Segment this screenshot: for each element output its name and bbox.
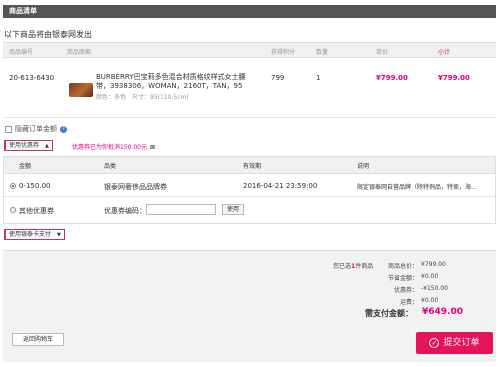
col-sku: 商品编号 (9, 49, 34, 56)
coupon-toggle[interactable]: 使用优惠券 ▲ (4, 140, 53, 151)
coupon-col-valid: 有效期 (243, 163, 262, 170)
giftcard-toggle-label: 使用银泰卡支付 (9, 231, 52, 238)
coupon-radio-other[interactable] (10, 207, 16, 213)
product-qty: 1 (316, 74, 321, 82)
back-to-cart-button[interactable]: 返回购物车 (12, 333, 64, 346)
shipping-value: ¥0.00 (421, 297, 439, 304)
coupon-toggle-label: 使用优惠券 (9, 142, 40, 149)
coupon-row: 0-150.00 银泰网奢侈品品牌券 2016-04-21 23:59:00 限… (4, 175, 495, 197)
coupon-code-label: 优惠券编码： (104, 207, 146, 215)
col-image: 商品图橱 (67, 49, 92, 56)
selected-prefix: 您已选 (333, 263, 352, 270)
amount-due-value: ¥649.00 (422, 307, 463, 317)
coupon-desc: 限定银泰网自营品牌（除特例品，特卖，海... (357, 184, 477, 191)
coupon-amount: 0-150.00 (19, 182, 51, 190)
product-image[interactable] (69, 83, 93, 97)
selected-count: 您已选1件商品 (333, 261, 373, 270)
hide-amount-option: 隐藏订单金额 ? (5, 124, 67, 134)
coupon-note-text: 优惠券已为你抵消150.00元 (72, 144, 147, 151)
submit-order-button[interactable]: ✓ 提交订单 (416, 332, 493, 354)
product-sku: 20-613-6430 (9, 74, 55, 82)
order-summary: 您已选1件商品 商品总价： ¥799.00 节省金额： ¥0.00 优惠券： -… (3, 250, 496, 362)
product-attrs: 颜色：多色 尺寸：95(110.5cm) (96, 94, 189, 101)
coupon-table: 金额 品类 有效期 说明 0-150.00 银泰网奢侈品品牌券 2016-04-… (3, 156, 496, 224)
coupon-radio-selected[interactable] (10, 183, 16, 189)
shipping-notice: 以下商品将由银泰网发出 (4, 30, 92, 39)
col-qty: 数量 (316, 49, 329, 56)
coupon-discount-value: -¥150.00 (421, 285, 448, 292)
close-icon[interactable]: ⊠ (150, 144, 155, 151)
amount-due-label: 需支付金额： (365, 309, 413, 318)
coupon-note: 优惠券已为你抵消150.00元 ⊠ (72, 142, 155, 151)
shipping-label: 运费： (399, 299, 418, 306)
giftcard-toggle[interactable]: 使用银泰卡支付 ▼ (4, 229, 65, 240)
table-header: 商品编号 商品图橱 获得积分 数量 单价 小计 (3, 42, 496, 58)
coupon-col-desc: 说明 (357, 163, 370, 170)
caret-down-icon: ▼ (57, 232, 61, 238)
check-circle-icon: ✓ (429, 338, 440, 348)
coupon-code-input[interactable] (146, 204, 216, 215)
saved-label: 节省金额： (387, 275, 418, 282)
coupon-valid: 2016-04-21 23:59:00 (243, 182, 318, 190)
table-row: 20-613-6430 BURBERRY巴宝莉多色混合材质格纹样式女士腰带，39… (3, 58, 496, 118)
coupon-table-header: 金额 品类 有效期 说明 (4, 157, 495, 174)
col-subtotal: 小计 (438, 49, 451, 56)
section-title: 商品清单 (9, 7, 37, 15)
selected-suffix: 件商品 (355, 263, 374, 270)
col-points: 获得积分 (271, 49, 296, 56)
coupon-col-amount: 金额 (19, 163, 32, 170)
saved-value: ¥0.00 (421, 273, 439, 280)
section-header: 商品清单 (3, 5, 496, 18)
coupon-category: 银泰网奢侈品品牌券 (104, 183, 167, 191)
hide-amount-label: 隐藏订单金额 (15, 125, 57, 133)
col-price: 单价 (376, 49, 389, 56)
coupon-other-row: 其他优惠券 优惠券编码： 使用 (4, 198, 495, 223)
caret-up-icon: ▲ (45, 143, 49, 149)
submit-order-label: 提交订单 (443, 338, 480, 348)
product-unit-price: ¥799.00 (376, 74, 408, 82)
total-label: 商品总价： (387, 263, 418, 270)
help-icon[interactable]: ? (60, 125, 67, 133)
product-points: 799 (271, 74, 285, 82)
hide-amount-checkbox[interactable] (5, 125, 12, 133)
product-name[interactable]: BURBERRY巴宝莉多色混合材质格纹样式女士腰带，3938306，WOMAN，… (96, 73, 256, 91)
coupon-col-category: 品类 (104, 163, 117, 170)
total-value: ¥799.00 (421, 261, 446, 268)
product-subtotal: ¥799.00 (438, 74, 470, 82)
coupon-use-button[interactable]: 使用 (222, 204, 244, 215)
coupon-discount-label: 优惠券： (393, 287, 418, 294)
coupon-other-label: 其他优惠券 (19, 207, 54, 215)
